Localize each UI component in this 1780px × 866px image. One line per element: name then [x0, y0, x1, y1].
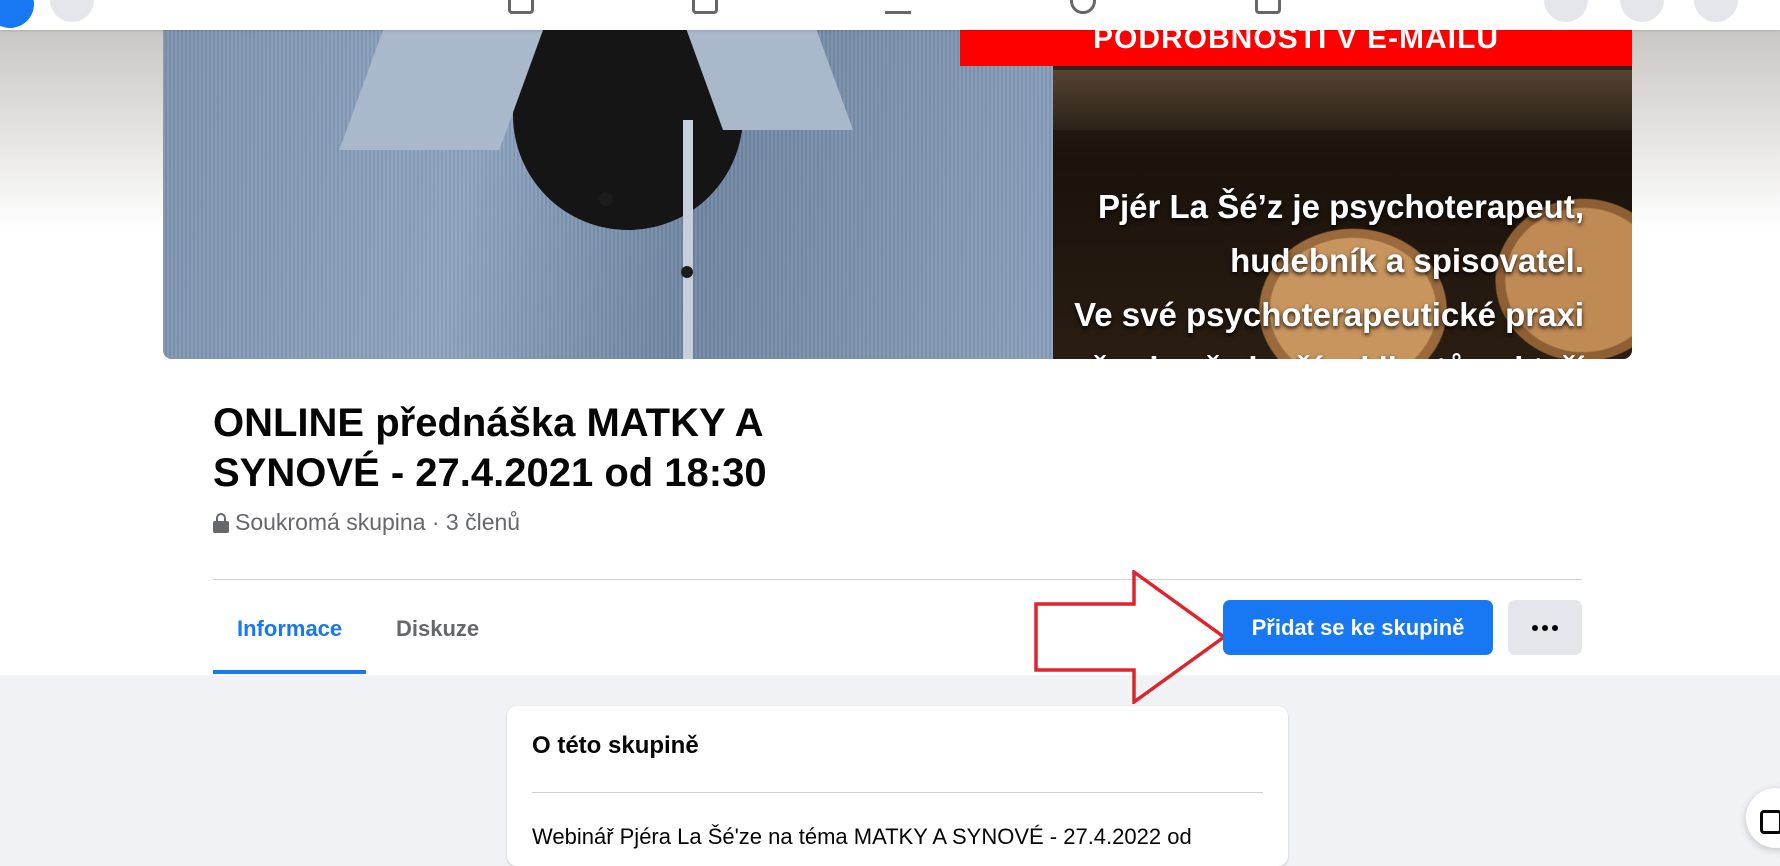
join-group-button[interactable]: Přidat se ke skupině [1223, 600, 1493, 655]
cover-overlay-line: hudebník a spisovatel. [1230, 242, 1584, 279]
about-heading: O této skupině [532, 732, 699, 759]
marketplace-nav-icon[interactable] [692, 0, 718, 14]
cover-overlay-line: Ve své psychoterapeutické praxi [1074, 296, 1584, 333]
messenger-button[interactable] [1620, 0, 1664, 22]
group-privacy-members[interactable]: Soukromá skupina · 3 členů [235, 509, 520, 536]
header-divider [213, 579, 1582, 580]
group-title: ONLINE přednáška MATKY A SYNOVÉ - 27.4.2… [213, 401, 767, 495]
cover-photo-shirt-button [599, 192, 613, 206]
cover-banner: PODROBNOSTI V E-MAILU [960, 30, 1632, 66]
cover-overlay-line: se věnuje především klientům, kteří [1024, 342, 1584, 359]
top-navigation-bar [0, 0, 1780, 30]
gaming-nav-icon[interactable] [1070, 0, 1096, 14]
more-options-button[interactable] [1508, 600, 1582, 655]
notifications-button[interactable] [1694, 0, 1738, 22]
about-divider [532, 792, 1263, 793]
cover-photo-shirt-button [681, 266, 693, 278]
floating-chat-button[interactable] [1746, 788, 1780, 848]
annotation-arrow-icon [1034, 570, 1227, 704]
groups-nav-icon[interactable] [885, 0, 911, 14]
group-cover-photo[interactable]: PODROBNOSTI V E-MAILU Pjér La Šé’z je ps… [163, 30, 1632, 359]
cover-overlay-text: Pjér La Šé’z je psychoterapeut, hudebník… [1024, 180, 1584, 359]
lock-icon [213, 512, 229, 533]
tab-informace[interactable]: Informace [213, 590, 367, 674]
pages-nav-icon[interactable] [508, 0, 534, 14]
facebook-logo-icon[interactable] [0, 0, 34, 28]
apps-menu-button[interactable] [1544, 0, 1588, 22]
about-group-card: O této skupině Webinář Pjéra La Šé'ze na… [507, 706, 1288, 866]
cover-banner-text: PODROBNOSTI V E-MAILU [1092, 30, 1499, 55]
cover-photo-log-shelf [1053, 70, 1632, 130]
menu-button[interactable] [50, 0, 94, 22]
watch-nav-icon[interactable] [1255, 0, 1281, 14]
cover-photo-placket [683, 120, 693, 359]
about-description: Webinář Pjéra La Šé'ze na téma MATKY A S… [532, 824, 1192, 849]
group-meta: Soukromá skupina · 3 členů [213, 509, 520, 536]
new-message-icon [1760, 810, 1780, 834]
more-dots-icon [1532, 624, 1538, 631]
cover-overlay-line: Pjér La Šé’z je psychoterapeut, [1097, 188, 1584, 225]
tab-diskuze[interactable]: Diskuze [372, 590, 503, 674]
